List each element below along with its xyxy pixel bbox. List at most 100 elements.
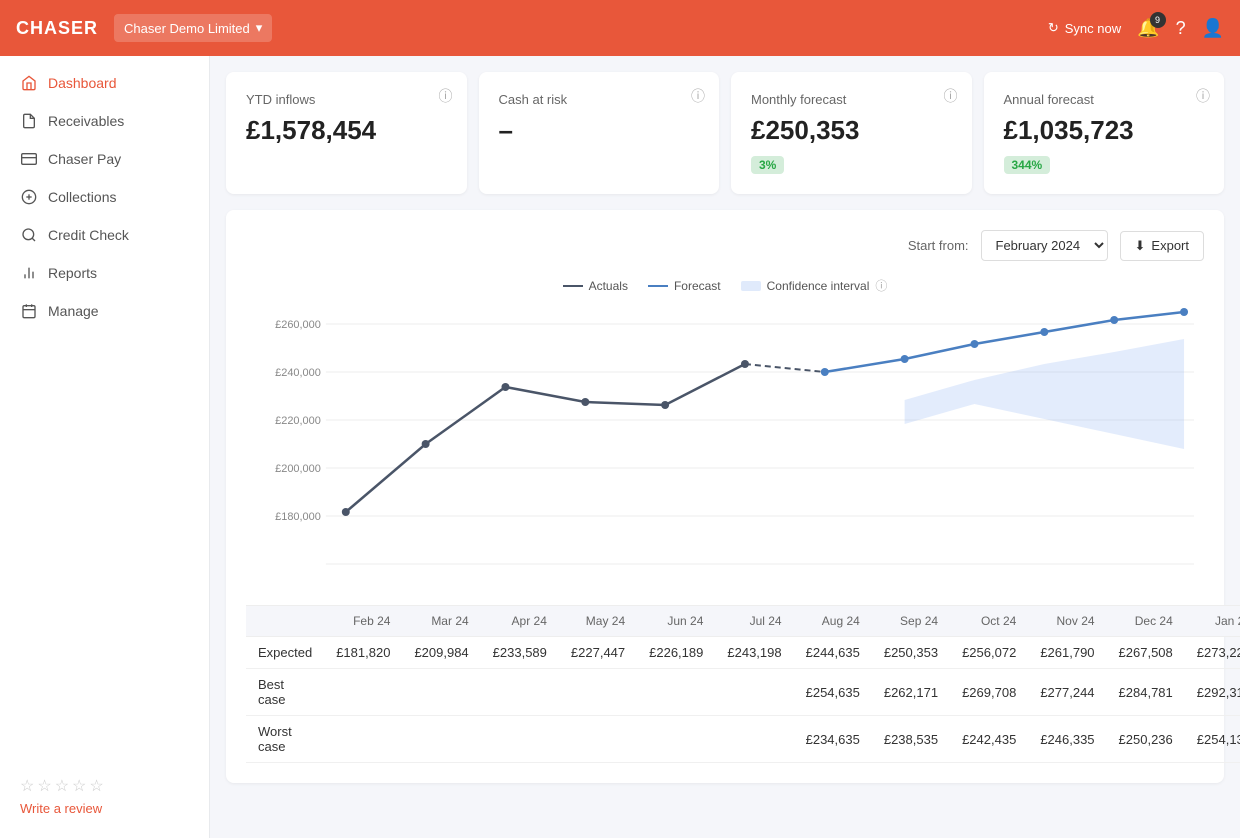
col-header-may24: May 24 [559, 606, 637, 637]
col-header-mar24: Mar 24 [402, 606, 480, 637]
sidebar-label-dashboard: Dashboard [48, 75, 117, 91]
forecast-label: Forecast [674, 279, 721, 293]
chart-legend: Actuals Forecast Confidence interval ⓘ [246, 277, 1204, 294]
table-row-worst-case: Worst case £234,635 £238,535 £242,435 £2… [246, 716, 1240, 763]
col-header-dec24: Dec 24 [1107, 606, 1185, 637]
sidebar-footer: ☆ ☆ ☆ ☆ ☆ Write a review [0, 764, 209, 830]
metric-card-cash-at-risk: ⓘ Cash at risk – [479, 72, 720, 194]
metric-label-monthly: Monthly forecast [751, 92, 952, 107]
metric-card-ytd-inflows: ⓘ YTD inflows £1,578,454 [226, 72, 467, 194]
best-aug24: £254,635 [794, 669, 872, 716]
sync-button[interactable]: ↻ Sync now [1048, 20, 1121, 36]
table-header-row: Feb 24 Mar 24 Apr 24 May 24 Jun 24 Jul 2… [246, 606, 1240, 637]
col-header-nov24: Nov 24 [1028, 606, 1106, 637]
worst-sep24: £238,535 [872, 716, 950, 763]
metric-card-monthly-forecast: ⓘ Monthly forecast £250,353 3% [731, 72, 972, 194]
col-header-jun24: Jun 24 [637, 606, 715, 637]
calendar-icon [20, 302, 38, 320]
chart-container: Start from: February 2024 ⬇ Export Actua… [226, 210, 1224, 783]
forecast-chart: £260,000 £240,000 £220,000 £200,000 £180… [246, 304, 1204, 584]
sidebar-label-receivables: Receivables [48, 113, 124, 129]
sidebar-item-collections[interactable]: Collections [0, 178, 209, 216]
star-1[interactable]: ☆ [20, 776, 34, 796]
user-icon[interactable]: 👤 [1202, 18, 1224, 39]
company-selector[interactable]: Chaser Demo Limited ▾ [114, 14, 272, 42]
sidebar-item-dashboard[interactable]: Dashboard [0, 64, 209, 102]
sidebar-label-credit-check: Credit Check [48, 227, 129, 243]
best-dec24: £284,781 [1107, 669, 1185, 716]
svg-text:£180,000: £180,000 [275, 511, 321, 523]
worst-apr24 [481, 716, 559, 763]
metric-value-cash: – [499, 115, 700, 146]
worst-jun24 [637, 716, 715, 763]
best-jun24 [637, 669, 715, 716]
metric-value-annual: £1,035,723 [1004, 115, 1205, 146]
sidebar: Dashboard Receivables Chaser Pay Collect… [0, 56, 210, 838]
svg-text:£200,000: £200,000 [275, 463, 321, 475]
search-icon [20, 226, 38, 244]
actuals-dot-apr [501, 383, 509, 391]
export-label: Export [1151, 238, 1189, 253]
expected-may24: £227,447 [559, 637, 637, 669]
metric-value-monthly: £250,353 [751, 115, 952, 146]
col-header-jan25: Jan 25 [1185, 606, 1240, 637]
best-jan25: £292,318 [1185, 669, 1240, 716]
notification-badge: 9 [1150, 12, 1166, 28]
sidebar-item-manage[interactable]: Manage [0, 292, 209, 330]
svg-text:£220,000: £220,000 [275, 415, 321, 427]
transition-dashed [745, 364, 825, 372]
sidebar-item-credit-check[interactable]: Credit Check [0, 216, 209, 254]
chevron-down-icon: ▾ [256, 20, 263, 36]
forecast-dot-jan [1180, 308, 1188, 316]
row-label-expected: Expected [246, 637, 324, 669]
sidebar-item-reports[interactable]: Reports [0, 254, 209, 292]
chart-controls: Start from: February 2024 ⬇ Export [246, 230, 1204, 261]
row-label-worst-case: Worst case [246, 716, 324, 763]
write-review-link[interactable]: Write a review [20, 801, 102, 816]
forecast-dot-dec [1110, 316, 1118, 324]
top-navigation: CHASER Chaser Demo Limited ▾ ↻ Sync now … [0, 0, 1240, 56]
forecast-table: Feb 24 Mar 24 Apr 24 May 24 Jun 24 Jul 2… [246, 605, 1240, 763]
expected-oct24: £256,072 [950, 637, 1028, 669]
help-icon[interactable]: ? [1176, 18, 1186, 39]
legend-forecast: Forecast [648, 279, 721, 293]
best-apr24 [481, 669, 559, 716]
worst-may24 [559, 716, 637, 763]
confidence-info-icon[interactable]: ⓘ [875, 277, 887, 294]
star-2[interactable]: ☆ [37, 776, 51, 796]
info-icon-annual[interactable]: ⓘ [1196, 86, 1210, 106]
forecast-dot-oct [970, 340, 978, 348]
sidebar-label-reports: Reports [48, 265, 97, 281]
download-icon: ⬇ [1135, 238, 1146, 254]
worst-feb24 [324, 716, 402, 763]
info-icon-cash[interactable]: ⓘ [691, 86, 705, 106]
col-header-aug24: Aug 24 [794, 606, 872, 637]
export-button[interactable]: ⬇ Export [1120, 231, 1204, 261]
col-header-label [246, 606, 324, 637]
sidebar-item-chaser-pay[interactable]: Chaser Pay [0, 140, 209, 178]
worst-dec24: £250,236 [1107, 716, 1185, 763]
star-3[interactable]: ☆ [55, 776, 69, 796]
best-oct24: £269,708 [950, 669, 1028, 716]
metric-card-annual-forecast: ⓘ Annual forecast £1,035,723 344% [984, 72, 1225, 194]
table-row-best-case: Best case £254,635 £262,171 £269,708 £27… [246, 669, 1240, 716]
sidebar-label-chaser-pay: Chaser Pay [48, 151, 121, 167]
metric-label-annual: Annual forecast [1004, 92, 1205, 107]
notifications-icon[interactable]: 🔔 9 [1137, 18, 1159, 39]
info-icon-monthly[interactable]: ⓘ [944, 86, 958, 106]
sidebar-item-receivables[interactable]: Receivables [0, 102, 209, 140]
best-mar24 [402, 669, 480, 716]
best-nov24: £277,244 [1028, 669, 1106, 716]
expected-aug24: £244,635 [794, 637, 872, 669]
star-rating[interactable]: ☆ ☆ ☆ ☆ ☆ [20, 776, 189, 796]
info-icon-ytd[interactable]: ⓘ [439, 86, 453, 106]
actuals-line-icon [563, 285, 583, 287]
worst-mar24 [402, 716, 480, 763]
table-row-expected: Expected £181,820 £209,984 £233,589 £227… [246, 637, 1240, 669]
legend-actuals: Actuals [563, 279, 628, 293]
forecast-dot-sep [901, 355, 909, 363]
forecast-line-icon [648, 285, 668, 287]
star-4[interactable]: ☆ [72, 776, 86, 796]
star-5[interactable]: ☆ [89, 776, 103, 796]
date-select[interactable]: February 2024 [981, 230, 1108, 261]
